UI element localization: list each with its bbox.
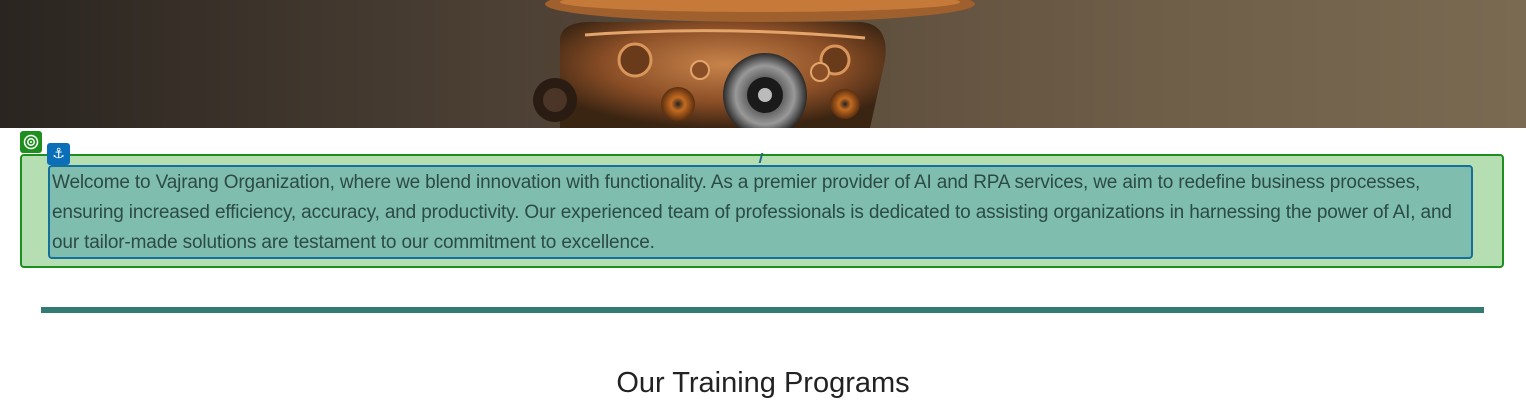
section-divider [41,307,1484,313]
page: ⚓ Welcome to Vajrang Organization, where… [0,0,1526,406]
anchor-icon[interactable]: ⚓ [47,143,70,165]
robot-hero-image [533,0,975,128]
hero-image [0,0,1526,128]
training-programs-heading: Our Training Programs [616,367,910,399]
target-icon[interactable] [20,131,42,153]
intro-paragraph: Welcome to Vajrang Organization, where w… [52,172,1452,253]
